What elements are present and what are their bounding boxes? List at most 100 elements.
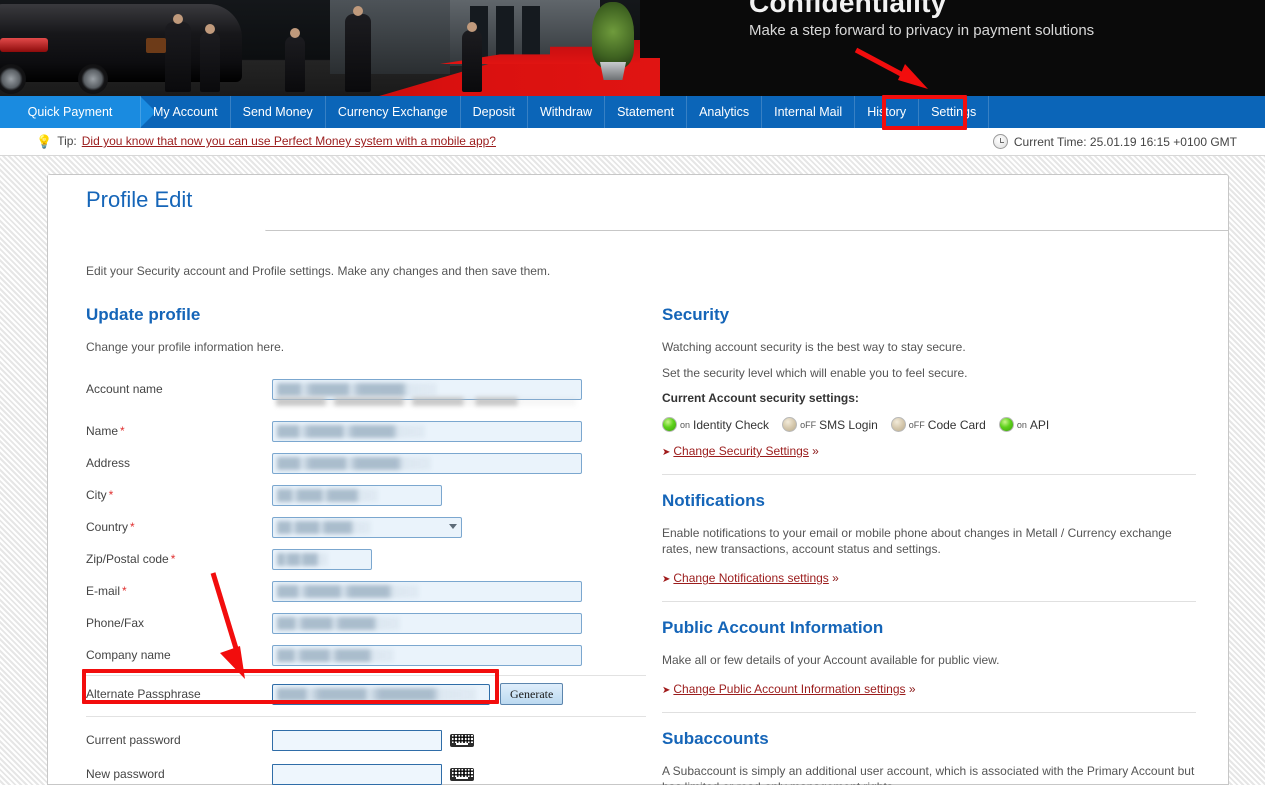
notifications-link-row: ➤ Change Notifications settings » — [662, 571, 1196, 585]
tip-link[interactable]: Did you know that now you can use Perfec… — [82, 134, 496, 148]
label-phone: Phone/Fax — [86, 616, 145, 630]
subaccounts-heading: Subaccounts — [662, 729, 769, 748]
label-zip: Zip/Postal code * — [86, 552, 176, 566]
toggle-code-card[interactable]: oFF Code Card — [890, 417, 986, 432]
toggle-identity-check[interactable]: on Identity Check — [662, 417, 769, 432]
nav-item-internal-mail[interactable]: Internal Mail — [762, 96, 856, 128]
current-time-text: Current Time: 25.01.19 16:15 +0100 GMT — [1013, 134, 1237, 149]
person-in-suit — [200, 24, 220, 92]
change-security-settings-link[interactable]: Change Security Settings — [673, 444, 808, 458]
car-wheel — [78, 64, 108, 94]
lightbulb-icon: 💡 — [36, 133, 53, 149]
change-notifications-settings-link[interactable]: Change Notifications settings — [673, 571, 828, 585]
change-public-account-settings-link[interactable]: Change Public Account Information settin… — [673, 682, 905, 696]
redacted-value — [277, 584, 419, 598]
security-link-row: ➤ Change Security Settings » — [662, 444, 1196, 458]
new-password-input[interactable] — [272, 763, 442, 785]
select-country[interactable] — [272, 516, 462, 538]
required-asterisk: * — [108, 488, 114, 502]
notifications-description: Enable notifications to your email or mo… — [662, 526, 1172, 556]
label-country: Country * — [86, 520, 135, 534]
form-row-name: Name * — [86, 415, 646, 447]
toggle-label: SMS Login — [819, 417, 878, 432]
car-wheel — [0, 64, 26, 94]
nav-item-my-account[interactable]: My Account — [140, 96, 231, 128]
input-zip[interactable] — [272, 548, 372, 570]
nav-item-history[interactable]: History — [855, 96, 920, 128]
security-heading: Security — [662, 305, 730, 324]
site-banner: Confidentiality Make a step forward to p… — [0, 0, 1265, 96]
security-line-2: Set the security level which will enable… — [662, 366, 968, 380]
label-account-name: Account name — [86, 382, 163, 396]
generate-passphrase-button[interactable]: Generate — [500, 683, 564, 705]
banner-title: Confidentiality — [749, 0, 947, 18]
subaccounts-description: A Subaccount is simply an additional use… — [662, 764, 1195, 785]
clock-icon — [992, 134, 1008, 149]
virtual-keyboard-icon[interactable] — [450, 767, 474, 781]
led-on-icon — [662, 417, 677, 432]
nav-item-analytics[interactable]: Analytics — [687, 96, 763, 128]
update-profile-section: Update profile Change your profile infor… — [86, 305, 646, 785]
nav-item-currency-exchange[interactable]: Currency Exchange — [326, 96, 461, 128]
potted-plant — [592, 2, 634, 68]
page-title: Profile Edit — [86, 187, 193, 212]
input-name[interactable] — [272, 420, 582, 442]
banner-text: Confidentiality Make a step forward to p… — [749, 0, 1094, 39]
link-chevron: » — [832, 571, 839, 585]
redacted-value — [277, 687, 476, 701]
redacted-value — [277, 456, 431, 470]
toggle-state: oFF — [908, 419, 925, 430]
label-alternate-passphrase: Alternate Passphrase — [86, 687, 201, 701]
label-city: City * — [86, 488, 114, 502]
person-in-suit — [345, 6, 371, 92]
nav-item-send-money[interactable]: Send Money — [231, 96, 326, 128]
toggle-label: Identity Check — [693, 417, 770, 432]
tab-profile-edit[interactable]: Profile Edit — [48, 175, 266, 231]
form-row-city: City * — [86, 479, 646, 511]
plant-pot — [600, 62, 626, 80]
nav-item-settings[interactable]: Settings — [919, 96, 990, 128]
nav-item-withdraw[interactable]: Withdraw — [528, 96, 606, 128]
virtual-keyboard-icon[interactable] — [450, 733, 474, 747]
toggle-api[interactable]: on API — [998, 417, 1049, 432]
input-city[interactable] — [272, 484, 442, 506]
update-profile-description: Change your profile information here. — [86, 340, 285, 354]
public-account-description: Make all or few details of your Account … — [662, 653, 1000, 667]
required-asterisk: * — [170, 552, 176, 566]
label-current-password: Current password — [86, 733, 181, 747]
input-company[interactable] — [272, 644, 582, 666]
person-in-suit — [285, 28, 305, 92]
input-phone[interactable] — [272, 612, 582, 634]
input-email[interactable] — [272, 580, 582, 602]
public-account-link-row: ➤ Change Public Account Information setti… — [662, 682, 1196, 696]
led-off-icon — [890, 417, 906, 432]
led-on-icon — [998, 417, 1014, 432]
person-in-suit — [462, 22, 482, 92]
page-intro: Edit your Security account and Profile s… — [86, 264, 551, 278]
input-address[interactable] — [272, 452, 582, 474]
nav-item-statement[interactable]: Statement — [605, 96, 688, 128]
current-password-input[interactable] — [272, 729, 442, 751]
toggle-state: on — [680, 419, 691, 430]
tip-bar: 💡 Tip: Did you know that now you can use… — [0, 128, 1265, 156]
redacted-value — [277, 616, 401, 630]
toggle-sms-login[interactable]: oFF SMS Login — [782, 417, 878, 432]
right-column: Security Watching account security is th… — [662, 305, 1196, 785]
label-email: E-mail * — [86, 584, 127, 598]
redacted-value — [277, 488, 378, 502]
nav-item-deposit[interactable]: Deposit — [461, 96, 528, 128]
toggle-state: oFF — [800, 419, 817, 430]
public-account-heading: Public Account Information — [662, 618, 884, 637]
input-alternate-passphrase[interactable] — [272, 683, 490, 705]
bullet-icon: ➤ — [662, 447, 671, 458]
link-chevron: » — [812, 444, 819, 458]
form-row-country: Country * — [86, 511, 646, 543]
label-address: Address — [86, 456, 131, 470]
tail-light — [0, 38, 48, 52]
form-divider — [86, 716, 646, 717]
redacted-value — [277, 520, 371, 534]
nav-item-quick-payment[interactable]: Quick Payment — [0, 96, 156, 128]
label-new-password: New password — [86, 767, 165, 781]
form-row-company: Company name — [86, 639, 646, 671]
label-name: Name * — [86, 424, 125, 438]
